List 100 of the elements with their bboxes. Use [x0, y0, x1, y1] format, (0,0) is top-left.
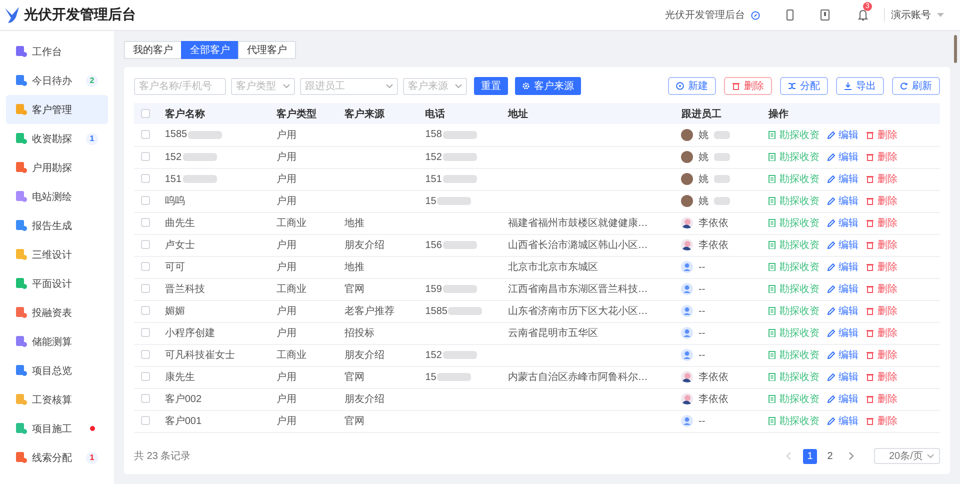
survey-link[interactable]: 勘探收资	[768, 172, 820, 186]
tab[interactable]: 我的客户	[124, 41, 182, 59]
system-link[interactable]: 光伏开发管理后台	[665, 8, 745, 22]
delete-link[interactable]: 删除	[866, 172, 898, 186]
survey-link[interactable]: 勘探收资	[768, 128, 820, 142]
survey-link[interactable]: 勘探收资	[768, 260, 820, 274]
checkbox[interactable]	[141, 196, 150, 206]
checkbox[interactable]	[141, 416, 150, 426]
edit-link[interactable]: 编辑	[827, 414, 858, 428]
document-icon[interactable]	[820, 9, 830, 21]
sidebar-item[interactable]: 项目施工	[6, 414, 108, 443]
new-button[interactable]: 新建	[668, 77, 716, 95]
survey-link[interactable]: 勘探收资	[768, 282, 820, 296]
delete-link[interactable]: 删除	[866, 216, 898, 230]
edit-link[interactable]: 编辑	[827, 370, 858, 384]
delete-link[interactable]: 删除	[866, 194, 898, 208]
sidebar-item[interactable]: 项目总览	[6, 356, 108, 385]
delete-link[interactable]: 删除	[866, 150, 898, 164]
search-field[interactable]: 客户名称/手机号	[134, 78, 226, 94]
chevron-left-icon[interactable]	[786, 452, 791, 460]
sidebar-item[interactable]: 报告生成	[6, 211, 108, 240]
account-menu[interactable]: 演示账号	[891, 8, 931, 22]
bell-icon[interactable]	[858, 9, 868, 21]
employee-name: --	[698, 416, 706, 426]
table-cell: 朋友介绍	[344, 240, 385, 251]
delete-link[interactable]: 删除	[866, 238, 898, 252]
delete-link[interactable]: 删除	[866, 370, 898, 384]
employee-name: 李依依	[698, 370, 728, 384]
checkbox[interactable]	[141, 284, 150, 294]
checkbox[interactable]	[141, 108, 150, 118]
edit-link[interactable]: 编辑	[827, 172, 858, 186]
delete-link[interactable]: 删除	[866, 326, 898, 340]
source-settings-button[interactable]: 客户来源	[515, 77, 581, 95]
checkbox[interactable]	[141, 350, 150, 360]
sidebar-item[interactable]: 投融资表	[6, 298, 108, 327]
sidebar-item[interactable]: 储能测算	[6, 327, 108, 356]
survey-link[interactable]: 勘探收资	[768, 150, 820, 164]
delete-link[interactable]: 删除	[866, 414, 898, 428]
sidebar-item[interactable]: 收资勘探 1	[6, 124, 108, 153]
page-button[interactable]: 1	[803, 448, 817, 464]
phone-icon[interactable]	[786, 9, 794, 21]
delete-link[interactable]: 删除	[866, 304, 898, 318]
page-size-select[interactable]: 20条/页	[874, 448, 940, 464]
checkbox[interactable]	[141, 328, 150, 338]
checkbox[interactable]	[141, 394, 150, 404]
document-icon	[768, 130, 776, 139]
edit-link[interactable]: 编辑	[827, 238, 858, 252]
checkbox[interactable]	[141, 262, 150, 272]
tab[interactable]: 代理客户	[238, 41, 296, 59]
delete-link[interactable]: 删除	[866, 282, 898, 296]
scrollbar-thumb[interactable]	[954, 35, 956, 63]
checkbox[interactable]	[141, 174, 150, 184]
survey-link[interactable]: 勘探收资	[768, 414, 820, 428]
checkbox[interactable]	[141, 130, 150, 140]
delete-button[interactable]: 删除	[724, 77, 772, 95]
delete-link[interactable]: 删除	[866, 260, 898, 274]
sidebar-item[interactable]: 电站测绘	[6, 182, 108, 211]
sidebar-item[interactable]: 三维设计	[6, 240, 108, 269]
table-cell: 客户002	[164, 394, 202, 405]
survey-link[interactable]: 勘探收资	[768, 392, 820, 406]
sidebar-item[interactable]: 客户管理	[6, 95, 108, 124]
checkbox[interactable]	[141, 240, 150, 250]
survey-link[interactable]: 勘探收资	[768, 326, 820, 340]
reset-button[interactable]: 重置	[474, 77, 508, 95]
sidebar-item[interactable]: 工作台	[6, 37, 108, 66]
sidebar-item[interactable]: 线索分配 1	[6, 443, 108, 472]
sidebar-item[interactable]: 户用勘探	[6, 153, 108, 182]
survey-link[interactable]: 勘探收资	[768, 216, 820, 230]
checkbox[interactable]	[141, 152, 150, 162]
delete-link[interactable]: 删除	[866, 392, 898, 406]
checkbox[interactable]	[141, 218, 150, 228]
survey-link[interactable]: 勘探收资	[768, 238, 820, 252]
count-badge: 1	[86, 132, 98, 144]
sidebar-item[interactable]: 今日待办 2	[6, 66, 108, 95]
survey-link[interactable]: 勘探收资	[768, 304, 820, 318]
edit-link[interactable]: 编辑	[827, 128, 858, 142]
edit-link[interactable]: 编辑	[827, 304, 858, 318]
edit-link[interactable]: 编辑	[827, 150, 858, 164]
assign-button[interactable]: 分配	[780, 77, 828, 95]
table-cell: 曲先生	[164, 218, 195, 229]
sidebar-item[interactable]: 平面设计	[6, 269, 108, 298]
refresh-button[interactable]: 刷新	[892, 77, 940, 95]
edit-link[interactable]: 编辑	[827, 392, 858, 406]
delete-link[interactable]: 删除	[866, 348, 898, 362]
edit-link[interactable]: 编辑	[827, 326, 858, 340]
delete-link[interactable]: 删除	[866, 128, 898, 142]
export-button[interactable]: 导出	[836, 77, 884, 95]
survey-link[interactable]: 勘探收资	[768, 194, 820, 208]
chevron-right-icon[interactable]	[849, 452, 854, 460]
survey-link[interactable]: 勘探收资	[768, 370, 820, 384]
edit-link[interactable]: 编辑	[827, 348, 858, 362]
edit-link[interactable]: 编辑	[827, 260, 858, 274]
edit-link[interactable]: 编辑	[827, 194, 858, 208]
checkbox[interactable]	[141, 372, 150, 382]
sidebar-item[interactable]: 工资核算	[6, 385, 108, 414]
checkbox[interactable]	[141, 306, 150, 316]
edit-link[interactable]: 编辑	[827, 282, 858, 296]
edit-link[interactable]: 编辑	[827, 216, 858, 230]
tab[interactable]: 全部客户	[181, 41, 239, 59]
survey-link[interactable]: 勘探收资	[768, 348, 820, 362]
